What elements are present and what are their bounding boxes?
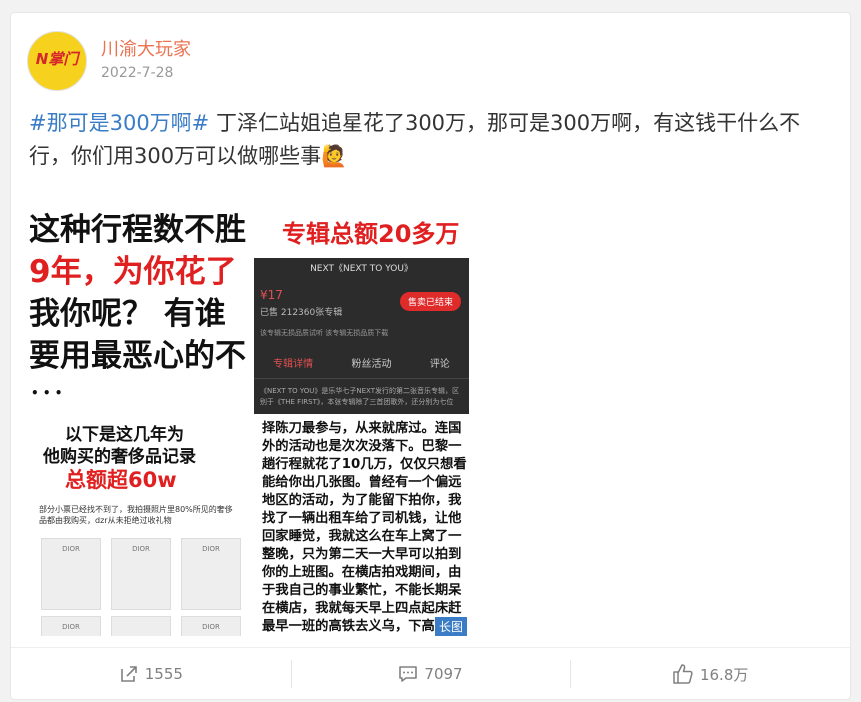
image2-top-text: 专辑总额20多万 xyxy=(282,220,460,248)
receipt-image: DIOR xyxy=(181,616,241,636)
tab-comments: 评论 xyxy=(429,359,450,370)
share-icon xyxy=(120,666,137,682)
avatar-logo-text: N掌门 xyxy=(35,50,79,68)
post-text: #那可是300万啊# 丁泽仁站姐追星花了300万，那可是300万啊，有这钱干什么… xyxy=(29,107,835,173)
album-sold-count: 已售 212360张专辑 xyxy=(260,308,343,318)
long-image-badge: 长图 xyxy=(434,617,467,636)
image4-long-text: 择陈刀最参与，从来就席过。连国外的活动也是次次没落下。巴黎一趟行程就花了10几万… xyxy=(262,421,467,634)
post-image-3[interactable]: 以下是这几年为 他购买的奢侈品记录 总额超60w 部分小票已经找不到了，我拍摄照… xyxy=(29,420,247,636)
receipt-brand: DIOR xyxy=(62,623,80,631)
image1-line2: 9年，为你花了 xyxy=(29,254,237,290)
receipt-brand: DIOR xyxy=(132,545,150,553)
username-link[interactable]: 川渝大玩家 xyxy=(101,35,191,61)
post-image-2[interactable]: 专辑总额20多万 NEXT《NEXT TO YOU》 ¥17 已售 212360… xyxy=(254,196,469,414)
post-image-1[interactable]: 这种行程数不胜 9年，为你花了 我你呢？ 有谁 要用最恶心的不 • • • xyxy=(29,196,247,414)
receipt-image: DIOR xyxy=(111,538,171,610)
album-options: 该专辑无损品质试听 该专辑无损品质下载 xyxy=(260,329,389,337)
receipt-image xyxy=(111,616,171,636)
like-button[interactable]: 16.8万 xyxy=(570,648,850,700)
image-grid: 这种行程数不胜 9年，为你花了 我你呢？ 有谁 要用最恶心的不 • • • 专辑… xyxy=(29,196,469,636)
receipt-brand: DIOR xyxy=(202,545,220,553)
share-count: 1555 xyxy=(144,665,183,683)
comment-button[interactable]: 7097 xyxy=(290,648,571,700)
album-price: ¥17 xyxy=(260,288,283,302)
album-description: 《NEXT TO YOU》是乐华七子NEXT发行的第二张音乐专辑，区别于《THE… xyxy=(260,387,459,406)
image1-dots: • • • xyxy=(31,386,63,400)
thumbs-up-icon xyxy=(673,664,693,684)
image3-note: 部分小票已经找不到了，我拍摄照片里80%所见的奢侈品都由我购买，dzr从未拒绝过… xyxy=(39,505,233,525)
tab-album-details: 专辑详情 xyxy=(273,359,314,370)
receipt-image: DIOR xyxy=(41,616,101,636)
image1-line4: 要用最恶心的不 xyxy=(29,338,246,374)
comment-count: 7097 xyxy=(424,665,463,683)
weibo-post-card: N掌门 川渝大玩家 2022-7-28 #那可是300万啊# 丁泽仁站姐追星花了… xyxy=(10,12,851,700)
image1-line1: 这种行程数不胜 xyxy=(29,212,246,248)
avatar[interactable]: N掌门 xyxy=(27,31,87,91)
comment-icon xyxy=(399,666,418,682)
hashtag-link[interactable]: #那可是300万啊# xyxy=(29,111,209,135)
tab-fan-activity: 粉丝活动 xyxy=(351,359,392,370)
raise-hand-emoji: 🙋 xyxy=(321,144,348,168)
phone-title: NEXT《NEXT TO YOU》 xyxy=(310,264,413,274)
share-button[interactable]: 1555 xyxy=(11,648,291,700)
music-app-screenshot: NEXT《NEXT TO YOU》 ¥17 已售 212360张专辑 售卖已结束… xyxy=(254,258,469,414)
receipt-image: DIOR xyxy=(181,538,241,610)
receipt-brand: DIOR xyxy=(202,623,220,631)
receipt-image: DIOR xyxy=(41,538,101,610)
sold-out-button: 售卖已结束 xyxy=(399,292,461,311)
image3-total: 总额超60w xyxy=(65,468,177,492)
like-count: 16.8万 xyxy=(699,665,749,684)
album-tabs: 专辑详情 粉丝活动 评论 xyxy=(254,352,469,379)
post-image-4[interactable]: 择陈刀最参与，从来就席过。连国外的活动也是次次没落下。巴黎一趟行程就花了10几万… xyxy=(254,420,469,636)
action-bar: 1555 7097 16.8万 xyxy=(11,647,850,700)
post-date[interactable]: 2022-7-28 xyxy=(101,65,173,81)
receipt-brand: DIOR xyxy=(62,545,80,553)
image1-line3: 我你呢？ 有谁 xyxy=(29,296,226,332)
